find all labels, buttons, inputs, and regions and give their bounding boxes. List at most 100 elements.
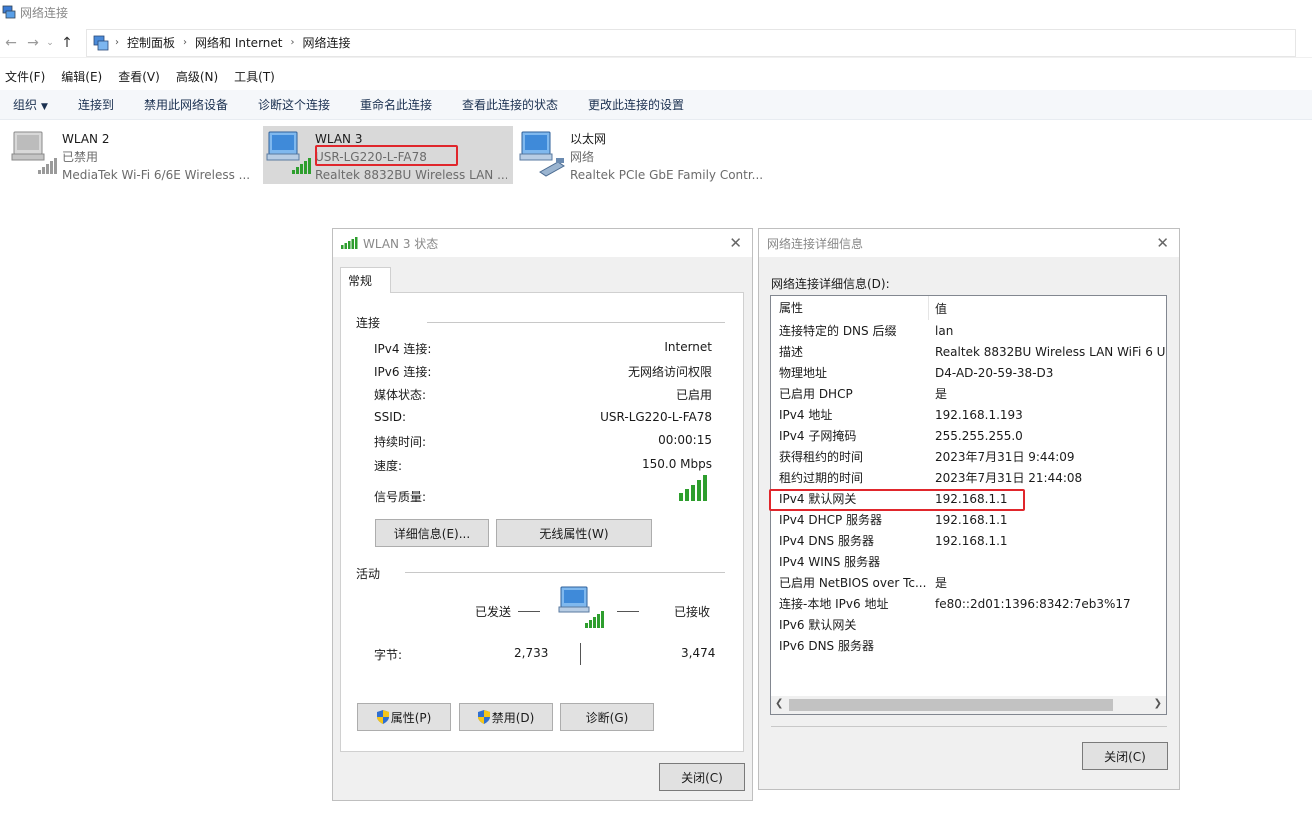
row-label: 速度: [374, 459, 403, 473]
properties-label: 属性(P) [390, 710, 432, 725]
sent-line [518, 611, 540, 612]
status-row: 信号质量: [374, 488, 712, 505]
breadcrumb-separator-icon[interactable]: › [115, 37, 119, 48]
menu-file[interactable]: 文件(F) [5, 68, 45, 85]
connect-to-button[interactable]: 连接到 [78, 96, 114, 113]
breadcrumb-network-internet[interactable]: 网络和 Internet [195, 34, 282, 51]
status-row: 持续时间: 00:00:15 [374, 433, 712, 450]
dialog-title: 网络连接详细信息 [767, 236, 864, 251]
disable-device-button[interactable]: 禁用此网络设备 [144, 96, 228, 113]
tab-general[interactable]: 常规 [340, 267, 391, 293]
row-value: USR-LG220-L-FA78 [600, 410, 712, 424]
connection-section-header: 连接 [356, 316, 381, 330]
row-label: IPv4 连接: [374, 342, 432, 356]
properties-button[interactable]: 属性(P) [357, 703, 451, 731]
list-item[interactable]: 获得租约的时间 2023年7月31日 9:44:09 [771, 446, 1166, 467]
list-item[interactable]: IPv4 DHCP 服务器 192.168.1.1 [771, 509, 1166, 530]
recent-dropdown-icon[interactable]: ⌄ [44, 38, 56, 48]
property-name: 租约过期的时间 [779, 471, 864, 485]
property-value: 192.168.1.193 [935, 407, 1023, 422]
list-item[interactable]: IPv4 DNS 服务器 192.168.1.1 [771, 530, 1166, 551]
wlan-status-dialog: WLAN 3 状态 ✕ 常规 连接 IPv4 连接: Internet IPv6 … [332, 228, 753, 801]
connection-item-ethernet[interactable]: 以太网 网络 Realtek PCIe GbE Family Contr... [518, 126, 768, 184]
breadcrumb-control-panel[interactable]: 控制面板 [127, 34, 175, 51]
row-value: 无网络访问权限 [627, 365, 712, 379]
close-icon[interactable]: ✕ [1156, 234, 1169, 252]
up-arrow-icon[interactable]: ↑ [56, 35, 78, 51]
activity-section-header: 活动 [356, 567, 381, 581]
list-item[interactable]: IPv6 默认网关 [771, 614, 1166, 635]
rename-connection-button[interactable]: 重命名此连接 [360, 96, 432, 113]
breadcrumb-separator-icon[interactable]: › [183, 37, 187, 48]
horizontal-scrollbar[interactable]: ❮ ❯ [771, 696, 1166, 714]
close-button[interactable]: 关闭(C) [1082, 742, 1168, 770]
scrollbar-thumb[interactable] [789, 699, 1113, 711]
list-item[interactable]: 已启用 NetBIOS over Tc... 是 [771, 572, 1166, 593]
property-value: Realtek 8832BU Wireless LAN WiFi 6 USB [935, 344, 1166, 359]
wireless-properties-button[interactable]: 无线属性(W) [496, 519, 652, 547]
signal-icon [341, 237, 358, 249]
dropdown-arrow-icon: ▼ [41, 102, 48, 112]
list-item[interactable]: 物理地址 D4-AD-20-59-38-D3 [771, 362, 1166, 383]
property-name: 已启用 DHCP [779, 387, 853, 401]
menu-tools[interactable]: 工具(T) [234, 68, 275, 85]
list-item[interactable]: IPv4 子网掩码 255.255.255.0 [771, 425, 1166, 446]
diagnose-button[interactable]: 诊断(G) [560, 703, 654, 731]
list-item[interactable]: 连接特定的 DNS 后缀 lan [771, 320, 1166, 341]
organize-button[interactable]: 组织 ▼ [13, 96, 48, 113]
property-name: IPv4 子网掩码 [779, 429, 857, 443]
dialog-title-bar: 网络连接详细信息 ✕ [759, 229, 1179, 257]
column-value[interactable]: 值 [929, 300, 947, 317]
menu-advanced[interactable]: 高级(N) [176, 68, 218, 85]
forward-arrow-icon[interactable]: → [22, 35, 44, 51]
property-name: 连接特定的 DNS 后缀 [779, 324, 897, 338]
breadcrumb-network-connections[interactable]: 网络连接 [302, 34, 350, 51]
list-item[interactable]: 租约过期的时间 2023年7月31日 21:44:08 [771, 467, 1166, 488]
title-bar: 网络连接 [0, 0, 1312, 24]
close-icon[interactable]: ✕ [729, 234, 742, 252]
address-field[interactable]: › 控制面板 › 网络和 Internet › 网络连接 [86, 28, 1296, 57]
breadcrumb-separator-icon[interactable]: › [290, 37, 294, 48]
property-value: 2023年7月31日 9:44:09 [935, 450, 1075, 464]
connection-status: 网络 [570, 150, 595, 164]
column-property[interactable]: 属性 [771, 296, 929, 320]
list-item[interactable]: IPv6 DNS 服务器 [771, 635, 1166, 656]
menu-edit[interactable]: 编辑(E) [61, 68, 102, 85]
connection-status: 已禁用 [62, 150, 99, 164]
property-value: 192.168.1.1 [935, 533, 1008, 548]
close-button[interactable]: 关闭(C) [659, 763, 745, 791]
list-item[interactable]: 已启用 DHCP 是 [771, 383, 1166, 404]
list-header: 属性 值 [771, 296, 1166, 320]
network-connections-icon [2, 5, 16, 19]
details-button[interactable]: 详细信息(E)... [375, 519, 489, 547]
back-arrow-icon[interactable]: ← [0, 35, 22, 51]
connection-item-wlan2[interactable]: WLAN 2 已禁用 MediaTek Wi-Fi 6/6E Wireless … [10, 126, 260, 184]
property-name: IPv4 WINS 服务器 [779, 555, 881, 569]
row-label: IPv6 连接: [374, 365, 432, 379]
property-value: D4-AD-20-59-38-D3 [935, 365, 1054, 380]
connection-name: WLAN 2 [62, 132, 110, 146]
list-item[interactable]: 描述 Realtek 8832BU Wireless LAN WiFi 6 USB [771, 341, 1166, 362]
property-value: fe80::2d01:1396:8342:7eb3%17 [935, 596, 1131, 611]
highlight-box [769, 489, 1025, 511]
list-item[interactable]: 连接-本地 IPv6 地址 fe80::2d01:1396:8342:7eb3%1… [771, 593, 1166, 614]
diagnose-connection-button[interactable]: 诊断这个连接 [258, 96, 330, 113]
scroll-right-icon[interactable]: ❯ [1154, 698, 1162, 709]
property-value: 是 [935, 576, 948, 590]
scroll-left-icon[interactable]: ❮ [775, 698, 783, 709]
property-value: 192.168.1.1 [935, 512, 1008, 527]
received-line [617, 611, 639, 612]
property-name: IPv6 默认网关 [779, 618, 857, 632]
property-name: 连接-本地 IPv6 地址 [779, 597, 889, 611]
menu-view[interactable]: 查看(V) [118, 68, 160, 85]
row-label: 持续时间: [374, 435, 427, 449]
disable-button[interactable]: 禁用(D) [459, 703, 553, 731]
change-settings-button[interactable]: 更改此连接的设置 [588, 96, 684, 113]
row-label: 信号质量: [374, 490, 427, 504]
network-activity-icon [558, 586, 604, 628]
list-item[interactable]: IPv4 地址 192.168.1.193 [771, 404, 1166, 425]
view-status-button[interactable]: 查看此连接的状态 [462, 96, 558, 113]
status-row: 速度: 150.0 Mbps [374, 457, 712, 474]
list-item[interactable]: IPv4 WINS 服务器 [771, 551, 1166, 572]
connection-name: 以太网 [570, 132, 607, 146]
